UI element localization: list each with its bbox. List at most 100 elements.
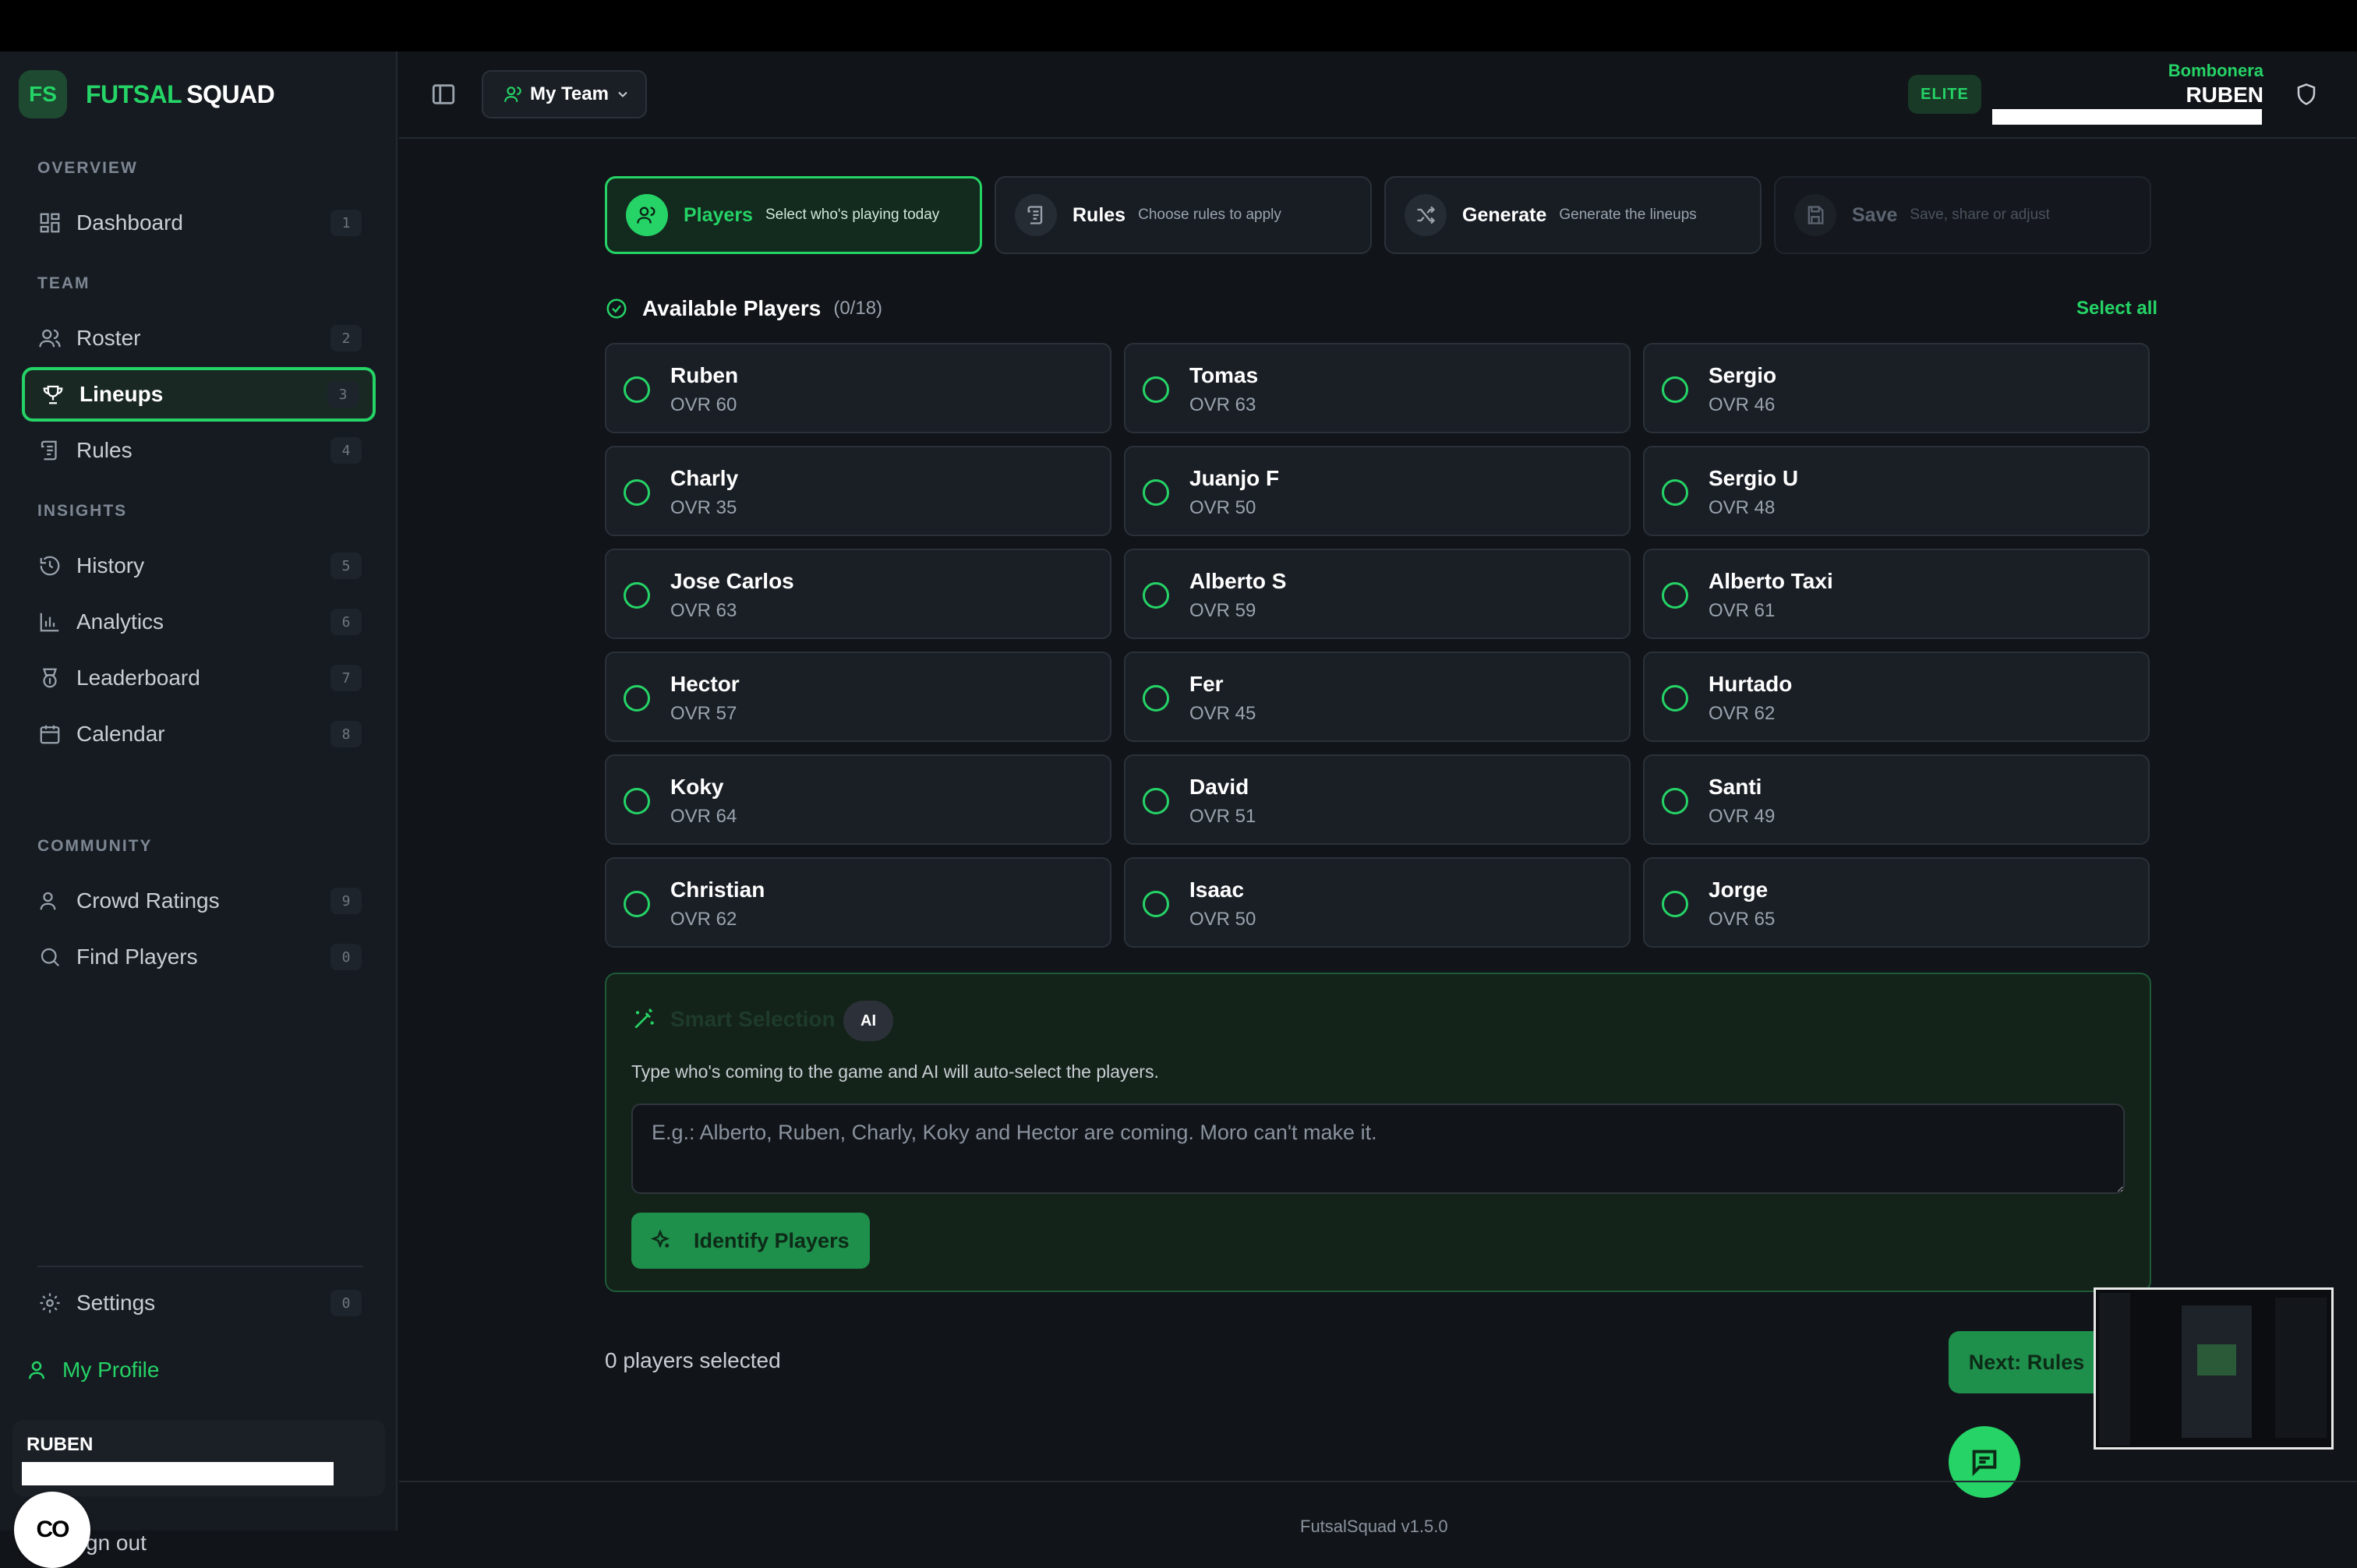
team-switcher-button[interactable]: My Team [482, 70, 647, 118]
step-generate[interactable]: Generate Generate the lineups [1384, 176, 1762, 254]
sidebar-item-lineups[interactable]: Lineups 3 [22, 367, 376, 422]
player-select-radio[interactable] [624, 376, 650, 403]
player-card[interactable]: Charly OVR 35 [605, 446, 1111, 536]
player-select-radio[interactable] [1143, 891, 1169, 917]
brand-name-squad: SQUAD [186, 79, 275, 108]
player-name: Christian [670, 878, 765, 902]
sidebar-item-label: Calendar [76, 722, 165, 746]
player-card[interactable]: Juanjo F OVR 50 [1124, 446, 1631, 536]
player-card[interactable]: Sergio OVR 46 [1643, 343, 2150, 433]
user-card[interactable]: RUBEN [12, 1420, 385, 1496]
player-card[interactable]: Jorge OVR 65 [1643, 857, 2150, 948]
player-card[interactable]: Santi OVR 49 [1643, 754, 2150, 845]
header-user-name[interactable]: RUBEN [2186, 83, 2263, 108]
thumbnail-panel [2197, 1344, 2236, 1376]
player-card[interactable]: Hurtado OVR 62 [1643, 652, 2150, 742]
player-select-radio[interactable] [624, 788, 650, 814]
player-ovr: OVR 61 [1709, 600, 1776, 621]
player-select-radio[interactable] [624, 891, 650, 917]
sidebar-item-rules[interactable]: Rules 4 [22, 423, 376, 478]
player-select-radio[interactable] [1143, 685, 1169, 712]
sign-out-link[interactable]: gn out [86, 1531, 147, 1556]
player-card[interactable]: Koky OVR 64 [605, 754, 1111, 845]
player-card[interactable]: Fer OVR 45 [1124, 652, 1631, 742]
sidebar-item-leaderboard[interactable]: Leaderboard 7 [22, 651, 376, 705]
player-select-radio[interactable] [1662, 891, 1688, 917]
chevron-down-icon [618, 91, 627, 97]
user-card-name: RUBEN [27, 1434, 94, 1455]
player-card[interactable]: Alberto S OVR 59 [1124, 549, 1631, 639]
player-card[interactable]: Isaac OVR 50 [1124, 857, 1631, 948]
next-rules-button[interactable]: Next: Rules [1949, 1331, 2104, 1393]
player-select-radio[interactable] [1143, 376, 1169, 403]
award-icon [37, 666, 62, 690]
player-card[interactable]: David OVR 51 [1124, 754, 1631, 845]
step-players[interactable]: Players Select who's playing today [605, 176, 982, 254]
sidebar-item-roster[interactable]: Roster 2 [22, 311, 376, 366]
player-select-radio[interactable] [1143, 788, 1169, 814]
app-version: FutsalSquad v1.5.0 [1300, 1517, 1448, 1536]
sidebar-item-label: Dashboard [76, 210, 183, 235]
step-save: Save Save, share or adjust [1774, 176, 2151, 254]
sidebar-item-dashboard[interactable]: Dashboard 1 [22, 196, 376, 250]
brand-logo: FS [19, 70, 67, 118]
player-card[interactable]: Jose Carlos OVR 63 [605, 549, 1111, 639]
sidebar-item-history[interactable]: History 5 [22, 539, 376, 593]
sidebar-divider [37, 1266, 363, 1267]
player-ovr: OVR 63 [1189, 394, 1256, 415]
sidebar-item-analytics[interactable]: Analytics 6 [22, 595, 376, 649]
player-card[interactable]: Sergio U OVR 48 [1643, 446, 2150, 536]
player-ovr: OVR 62 [1709, 703, 1776, 724]
player-card[interactable]: Tomas OVR 63 [1124, 343, 1631, 433]
player-name: Jorge [1709, 878, 1769, 902]
player-card[interactable]: Ruben OVR 60 [605, 343, 1111, 433]
shortcut-badge: 3 [327, 381, 359, 408]
player-select-radio[interactable] [624, 582, 650, 609]
trophy-icon [41, 382, 65, 407]
player-select-radio[interactable] [624, 685, 650, 712]
player-ovr: OVR 50 [1189, 909, 1256, 930]
select-all-button[interactable]: Select all [2076, 298, 2157, 320]
step-subtitle: Choose rules to apply [1138, 207, 1281, 223]
player-ovr: OVR 51 [1189, 806, 1256, 827]
scroll-icon [1015, 194, 1057, 236]
player-select-radio[interactable] [1143, 582, 1169, 609]
sidebar-item-find-players[interactable]: Find Players 0 [22, 930, 376, 984]
player-name: Fer [1189, 672, 1224, 696]
player-ovr: OVR 57 [670, 703, 737, 724]
sidebar-item-settings[interactable]: Settings 0 [22, 1276, 376, 1330]
sidebar-item-crowd-ratings[interactable]: Crowd Ratings 9 [22, 874, 376, 928]
sidebar-toggle-button[interactable] [430, 81, 458, 109]
identify-players-button[interactable]: Identify Players [631, 1213, 870, 1269]
player-select-radio[interactable] [1662, 582, 1688, 609]
player-name: Hurtado [1709, 672, 1793, 696]
player-card[interactable]: Christian OVR 62 [605, 857, 1111, 948]
my-profile-link[interactable]: My Profile [25, 1358, 159, 1383]
player-card[interactable]: Alberto Taxi OVR 61 [1643, 549, 2150, 639]
sidebar-item-calendar[interactable]: Calendar 8 [22, 707, 376, 761]
step-subtitle: Select who's playing today [765, 207, 940, 223]
shield-button[interactable] [2295, 83, 2320, 108]
smart-selection-input[interactable] [631, 1104, 2125, 1194]
player-select-radio[interactable] [1662, 479, 1688, 506]
shortcut-badge: 2 [330, 325, 362, 351]
player-select-radio[interactable] [1662, 376, 1688, 403]
smart-selection-description: Type who's coming to the game and AI wil… [631, 1061, 1159, 1082]
header-team-name: Bombonera [2168, 61, 2263, 80]
player-ovr: OVR 50 [1189, 497, 1256, 518]
player-select-radio[interactable] [1662, 685, 1688, 712]
player-name: Ruben [670, 363, 739, 387]
screen-preview-thumbnail[interactable] [2094, 1287, 2334, 1450]
gear-icon [37, 1291, 62, 1315]
brand[interactable]: FS FUTSAL SQUAD [19, 70, 275, 118]
floating-cc-button[interactable]: CO [14, 1492, 90, 1568]
player-select-radio[interactable] [1662, 788, 1688, 814]
player-select-radio[interactable] [1143, 479, 1169, 506]
dashboard-icon [37, 210, 62, 235]
step-rules[interactable]: Rules Choose rules to apply [995, 176, 1372, 254]
player-select-radio[interactable] [624, 479, 650, 506]
player-ovr: OVR 63 [670, 600, 737, 621]
chat-button[interactable] [1949, 1426, 2020, 1498]
sidebar-item-label: Rules [76, 438, 133, 462]
player-card[interactable]: Hector OVR 57 [605, 652, 1111, 742]
